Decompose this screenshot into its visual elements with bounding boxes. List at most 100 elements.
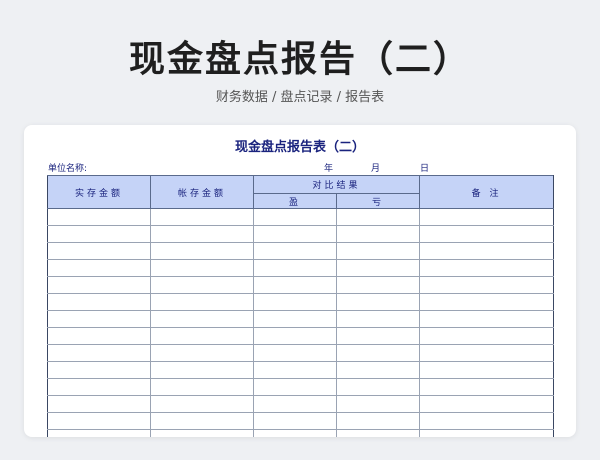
table-cell[interactable]: [253, 225, 337, 243]
table-cell[interactable]: [335, 293, 421, 311]
col-header-notes: 备 注: [419, 175, 555, 209]
table-cell[interactable]: [47, 293, 151, 311]
page-title: 现金盘点报告（二）: [128, 39, 471, 80]
table-cell[interactable]: [253, 429, 337, 437]
table-cell[interactable]: [335, 259, 421, 277]
unit-name-label: 单位名称:: [48, 164, 88, 174]
col-header-surplus: 盈: [253, 193, 337, 209]
table-cell[interactable]: [335, 327, 421, 345]
table-cell[interactable]: [419, 208, 555, 226]
table-cell[interactable]: [47, 327, 151, 345]
table-cell[interactable]: [419, 276, 555, 294]
table-row: [47, 412, 555, 430]
table-cell[interactable]: [419, 395, 555, 413]
col-header-deficit: 亏: [335, 193, 421, 209]
table-cell[interactable]: [253, 412, 337, 430]
table-row: [47, 395, 555, 413]
table-cell[interactable]: [419, 310, 555, 328]
table-row: [47, 310, 555, 328]
table-cell[interactable]: [150, 225, 254, 243]
table-cell[interactable]: [335, 276, 421, 294]
table-cell[interactable]: [253, 259, 337, 277]
table-cell[interactable]: [253, 327, 337, 345]
table-cell[interactable]: [150, 429, 254, 437]
table-cell[interactable]: [253, 208, 337, 226]
table-cell[interactable]: [335, 361, 421, 379]
table-cell[interactable]: [150, 395, 254, 413]
table-cell[interactable]: [150, 361, 254, 379]
report-sheet: 现金盘点报告表（二） 单位名称: 年 月 日 实存金额 帐存金额 对比结果 备 …: [24, 125, 576, 437]
table-row: [47, 327, 555, 345]
table-row: [47, 276, 555, 294]
table-cell[interactable]: [335, 429, 421, 437]
table-cell[interactable]: [419, 344, 555, 362]
table-cell[interactable]: [47, 361, 151, 379]
table-row: [47, 242, 555, 260]
table-row: [47, 378, 555, 396]
table-cell[interactable]: [335, 395, 421, 413]
year-label: 年: [324, 164, 334, 174]
table-cell[interactable]: [419, 225, 555, 243]
table-cell[interactable]: [150, 344, 254, 362]
table-cell[interactable]: [150, 242, 254, 260]
table-cell[interactable]: [419, 412, 555, 430]
table-cell[interactable]: [253, 361, 337, 379]
table-row: [47, 361, 555, 379]
table-cell[interactable]: [47, 259, 151, 277]
sheet-title: 现金盘点报告表（二）: [234, 140, 365, 155]
table-row: [47, 344, 555, 362]
breadcrumb: 财务数据 / 盘点记录 / 报告表: [215, 90, 385, 105]
table-cell[interactable]: [253, 395, 337, 413]
table-cell[interactable]: [150, 293, 254, 311]
table-cell[interactable]: [419, 259, 555, 277]
table-cell[interactable]: [150, 378, 254, 396]
table-cell[interactable]: [335, 310, 421, 328]
table-row: [47, 208, 555, 226]
table-cell[interactable]: [47, 276, 151, 294]
table-cell[interactable]: [419, 378, 555, 396]
table-cell[interactable]: [419, 293, 555, 311]
table-cell[interactable]: [150, 327, 254, 345]
table-cell[interactable]: [253, 310, 337, 328]
table-cell[interactable]: [150, 412, 254, 430]
table-cell[interactable]: [150, 310, 254, 328]
table-cell[interactable]: [47, 395, 151, 413]
table-cell[interactable]: [335, 344, 421, 362]
table-cell[interactable]: [47, 378, 151, 396]
table-cell[interactable]: [150, 208, 254, 226]
table-cell[interactable]: [253, 344, 337, 362]
table-cell[interactable]: [419, 327, 555, 345]
table-cell[interactable]: [419, 429, 555, 437]
table-cell[interactable]: [335, 378, 421, 396]
table-cell[interactable]: [253, 276, 337, 294]
table-row: [47, 429, 555, 437]
table-cell[interactable]: [253, 242, 337, 260]
table-cell[interactable]: [335, 225, 421, 243]
table-cell[interactable]: [47, 310, 151, 328]
table-cell[interactable]: [335, 208, 421, 226]
table-cell[interactable]: [150, 259, 254, 277]
table-cell[interactable]: [253, 378, 337, 396]
table-cell[interactable]: [150, 276, 254, 294]
table-cell[interactable]: [47, 242, 151, 260]
col-header-actual-amount: 实存金额: [47, 175, 151, 209]
table-row: [47, 225, 555, 243]
table-row: [47, 293, 555, 311]
table-cell[interactable]: [47, 412, 151, 430]
table-cell[interactable]: [47, 225, 151, 243]
table-cell[interactable]: [47, 208, 151, 226]
table-cell[interactable]: [419, 242, 555, 260]
table-cell[interactable]: [47, 429, 151, 437]
table-cell[interactable]: [47, 344, 151, 362]
table-cell[interactable]: [253, 293, 337, 311]
table-body: [47, 208, 555, 437]
table-cell[interactable]: [419, 361, 555, 379]
col-header-book-amount: 帐存金额: [150, 175, 254, 209]
table-cell[interactable]: [335, 242, 421, 260]
cash-count-table: 实存金额 帐存金额 对比结果 备 注 盈 亏: [47, 175, 555, 437]
day-label: 日: [420, 164, 430, 174]
table-row: [47, 259, 555, 277]
col-header-comparison: 对比结果: [252, 175, 421, 194]
table-cell[interactable]: [335, 412, 421, 430]
month-label: 月: [371, 164, 381, 174]
